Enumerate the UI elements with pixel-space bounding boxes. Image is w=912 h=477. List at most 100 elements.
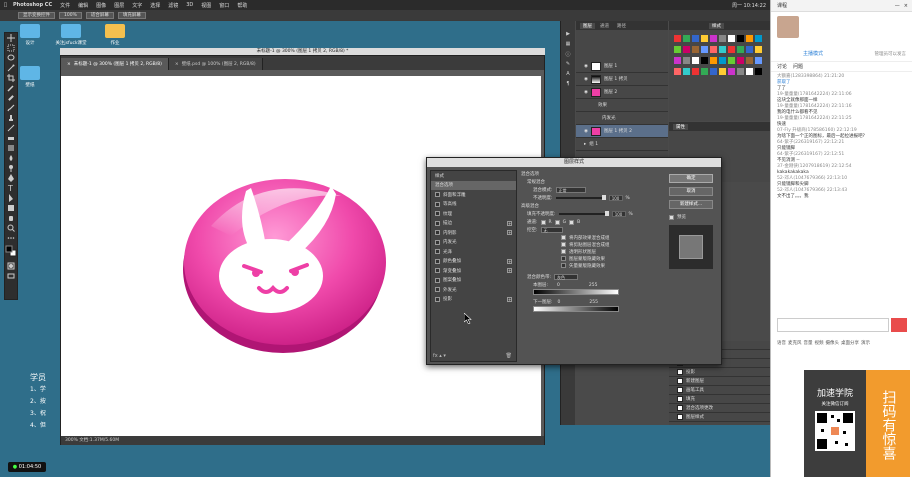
fill-screen-button[interactable]: 填充屏幕 (117, 12, 146, 19)
style-swatch[interactable] (683, 68, 690, 75)
menu-help[interactable]: 帮助 (233, 2, 251, 9)
this-layer-gradient-slider[interactable] (533, 289, 619, 295)
style-swatch[interactable] (683, 57, 690, 64)
close-icon[interactable]: × (175, 62, 179, 67)
style-swatch[interactable] (746, 68, 753, 75)
zoom-100-button[interactable]: 100% (59, 12, 82, 19)
chat-footer-item[interactable]: 音量 (804, 340, 813, 346)
more-tools-icon[interactable] (5, 233, 17, 243)
eye-icon[interactable]: ◉ (584, 90, 588, 95)
paragraph-icon[interactable]: ¶ (561, 81, 575, 91)
color-swatches-icon[interactable] (5, 243, 17, 261)
style-swatch[interactable] (692, 46, 699, 53)
style-swatch[interactable] (737, 46, 744, 53)
menu-view[interactable]: 视图 (197, 2, 215, 9)
close-icon[interactable]: × (67, 62, 71, 67)
style-checkbox[interactable] (435, 277, 440, 283)
fx-icon[interactable]: fx ▴ ▾ (433, 353, 446, 359)
desktop-folder-homework[interactable]: 作业 (104, 24, 126, 46)
style-item[interactable]: 等高线 (431, 200, 516, 210)
layer-row[interactable]: ◉ 图层 1 (576, 60, 668, 73)
tab-document-1[interactable]: × 未标题-1 @ 300% (图层 1 拷贝 2, RGB/8) (61, 58, 169, 70)
style-swatch[interactable] (701, 35, 708, 42)
ok-button[interactable]: 确定 (669, 174, 713, 183)
desktop-item-follow[interactable]: 关注jsfuck课堂 (50, 24, 92, 46)
lasso-tool-icon[interactable] (5, 53, 17, 63)
layer-mask-hides-checkbox[interactable] (561, 256, 566, 261)
tab-styles[interactable]: 样式 (709, 22, 724, 29)
tab-layers[interactable]: 图层 (580, 22, 595, 29)
dodge-tool-icon[interactable] (5, 163, 17, 173)
slider-knob[interactable] (604, 211, 609, 216)
transparency-shapes-checkbox[interactable] (561, 249, 566, 254)
style-swatch[interactable] (728, 35, 735, 42)
style-swatch[interactable] (755, 35, 762, 42)
under-layer-gradient-slider[interactable] (533, 306, 619, 312)
tab-document-2[interactable]: × 壁纸.psd @ 100% (图层 2, RGB/8) (168, 58, 263, 70)
tab-paths[interactable]: 路径 (614, 23, 629, 29)
layer-effect-row[interactable]: 内发光 (576, 112, 668, 125)
vector-mask-hides-checkbox[interactable] (561, 263, 566, 268)
menu-3d[interactable]: 3D (182, 2, 197, 8)
magic-wand-tool-icon[interactable] (5, 63, 17, 73)
style-checkbox[interactable] (435, 201, 440, 207)
app-menu[interactable]: Photoshop CC (11, 2, 56, 8)
menu-layer[interactable]: 图层 (110, 2, 128, 9)
move-tool-icon[interactable] (5, 33, 17, 43)
style-swatch[interactable] (755, 46, 762, 53)
style-swatch[interactable] (674, 57, 681, 64)
histogram-icon[interactable]: ▦ (561, 41, 575, 51)
menu-window[interactable]: 窗口 (215, 2, 233, 9)
blend-if-select[interactable]: 灰色 (554, 274, 579, 280)
opacity-input[interactable]: 100 (608, 195, 623, 201)
blur-tool-icon[interactable] (5, 153, 17, 163)
menu-filter[interactable]: 滤镜 (164, 2, 182, 9)
style-checkbox[interactable] (435, 230, 440, 236)
eye-icon[interactable]: ◉ (584, 64, 588, 69)
style-swatch[interactable] (719, 46, 726, 53)
close-icon[interactable]: × (904, 3, 908, 9)
style-swatch[interactable] (719, 57, 726, 64)
marquee-tool-icon[interactable] (5, 43, 17, 53)
menu-type[interactable]: 文字 (128, 2, 146, 9)
style-swatch[interactable] (701, 46, 708, 53)
tab-discussion[interactable]: 讨论 (777, 63, 787, 70)
menu-file[interactable]: 文件 (56, 2, 74, 9)
style-swatch[interactable] (728, 46, 735, 53)
style-swatch[interactable] (674, 35, 681, 42)
style-swatch[interactable] (755, 68, 762, 75)
chat-footer-item[interactable]: 摄像头 (826, 340, 840, 346)
add-style-icon[interactable]: + (507, 268, 512, 274)
style-swatch[interactable] (692, 57, 699, 64)
style-swatch[interactable] (719, 35, 726, 42)
style-swatch[interactable] (728, 68, 735, 75)
blend-clipped-checkbox[interactable] (561, 242, 566, 247)
blend-options-item[interactable]: 混合选项 (431, 180, 516, 190)
channel-g-checkbox[interactable] (554, 219, 560, 225)
add-style-icon[interactable]: + (507, 230, 512, 236)
fill-opacity-input[interactable]: 100 (611, 211, 626, 217)
style-checkbox[interactable] (435, 220, 440, 226)
eye-icon[interactable]: ◉ (584, 129, 588, 134)
style-item[interactable]: 颜色叠加 + (431, 257, 516, 267)
style-item[interactable]: 斜面和浮雕 (431, 190, 516, 200)
blend-mode-select[interactable]: 正常 (555, 187, 586, 193)
style-swatch[interactable] (710, 35, 717, 42)
eyedropper-tool-icon[interactable] (5, 83, 17, 93)
channel-r-checkbox[interactable] (540, 219, 546, 225)
style-item[interactable]: 光泽 (431, 247, 516, 257)
chat-footer-item[interactable]: 麦克风 (788, 340, 802, 346)
chat-footer-item[interactable]: 演示 (861, 340, 870, 346)
play-icon[interactable]: ▶ (561, 31, 575, 41)
style-swatch[interactable] (674, 46, 681, 53)
style-item[interactable]: 渐变叠加 + (431, 266, 516, 276)
menu-edit[interactable]: 编辑 (74, 2, 92, 9)
hand-tool-icon[interactable] (5, 213, 17, 223)
fit-screen-button[interactable]: 适合屏幕 (85, 12, 114, 19)
style-swatch[interactable] (701, 57, 708, 64)
opacity-slider[interactable] (555, 195, 606, 200)
cancel-button[interactable]: 取消 (669, 187, 713, 196)
knockout-select[interactable]: 无 (540, 227, 563, 233)
eye-icon[interactable]: ◉ (584, 77, 588, 82)
layer-group-row[interactable]: ▸ 组 1 (576, 138, 668, 151)
